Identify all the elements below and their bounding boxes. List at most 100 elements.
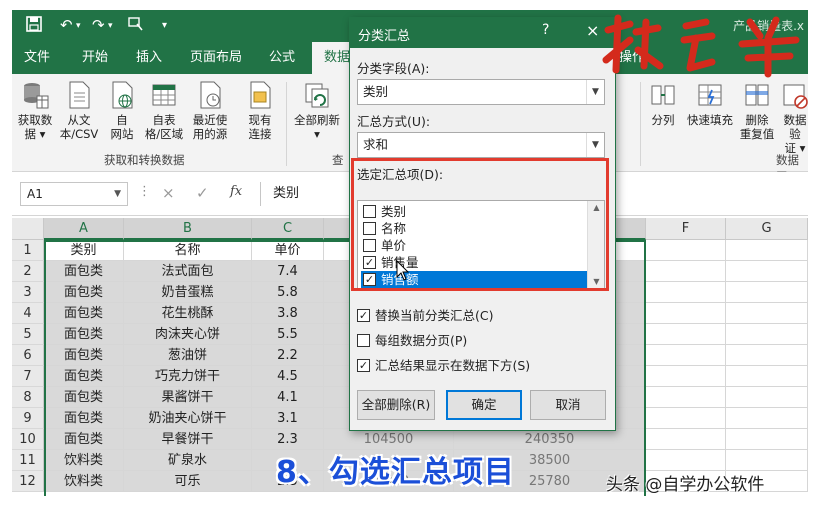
- customize-toolbar-icon[interactable]: ▾: [162, 20, 167, 31]
- row-header[interactable]: 3: [12, 282, 44, 303]
- name-box-dropdown-icon[interactable]: ▼: [114, 183, 121, 205]
- option-replace-current[interactable]: ✓ 替换当前分类汇总(C): [357, 308, 493, 324]
- cell-f6[interactable]: [646, 345, 726, 366]
- cell-g5[interactable]: [726, 324, 808, 345]
- cell-b8[interactable]: 果酱饼干: [124, 387, 252, 408]
- row-header[interactable]: 6: [12, 345, 44, 366]
- scroll-up-icon[interactable]: ▲: [588, 203, 604, 212]
- cell-g6[interactable]: [726, 345, 808, 366]
- cell-a8[interactable]: 面包类: [44, 387, 124, 408]
- option-summary-below[interactable]: ✓ 汇总结果显示在数据下方(S): [357, 358, 530, 374]
- cell-a10[interactable]: 面包类: [44, 429, 124, 450]
- chevron-down-icon[interactable]: ▼: [586, 133, 604, 157]
- from-table-range-button[interactable]: 自表 格/区域: [142, 80, 186, 141]
- cell-g3[interactable]: [726, 282, 808, 303]
- close-icon[interactable]: ×: [586, 21, 599, 40]
- remove-duplicates-button[interactable]: 删除 重复值: [738, 80, 776, 141]
- refresh-all-button[interactable]: 全部刷新 ▾: [290, 80, 344, 141]
- cell-g4[interactable]: [726, 303, 808, 324]
- cell-f11[interactable]: [646, 450, 726, 471]
- insert-function-icon[interactable]: fx: [230, 184, 242, 199]
- cell-f2[interactable]: [646, 261, 726, 282]
- data-validation-button[interactable]: 数据验 证 ▾: [778, 80, 812, 155]
- row-header[interactable]: 12: [12, 471, 44, 492]
- row-header[interactable]: 11: [12, 450, 44, 471]
- column-header-a[interactable]: A: [44, 218, 124, 240]
- cell-b9[interactable]: 奶油夹心饼干: [124, 408, 252, 429]
- cell-b3[interactable]: 奶昔蛋糕: [124, 282, 252, 303]
- subtotal-items-list[interactable]: 类别 名称 单价 ✓ 销售量 ✓ 销售额 ▲ ▼: [357, 200, 605, 290]
- cell-b5[interactable]: 肉沫夹心饼: [124, 324, 252, 345]
- column-header-c[interactable]: C: [252, 218, 324, 240]
- cell-f4[interactable]: [646, 303, 726, 324]
- cell-c9[interactable]: 3.1: [252, 408, 324, 429]
- list-item-price[interactable]: 单价: [361, 237, 587, 254]
- cell-a11[interactable]: 饮料类: [44, 450, 124, 471]
- row-header[interactable]: 4: [12, 303, 44, 324]
- enter-icon[interactable]: ✓: [196, 184, 209, 202]
- tab-home[interactable]: 开始: [70, 42, 120, 74]
- tab-file[interactable]: 文件: [12, 42, 62, 74]
- cell-g2[interactable]: [726, 261, 808, 282]
- cell-b2[interactable]: 法式面包: [124, 261, 252, 282]
- cell-c4[interactable]: 3.8: [252, 303, 324, 324]
- cell-f1[interactable]: [646, 240, 726, 261]
- dialog-title-bar[interactable]: 分类汇总 ? ×: [350, 18, 615, 48]
- tab-page-layout[interactable]: 页面布局: [178, 42, 254, 74]
- list-scrollbar[interactable]: ▲ ▼: [587, 201, 604, 289]
- cell-a12[interactable]: 饮料类: [44, 471, 124, 492]
- cell-g9[interactable]: [726, 408, 808, 429]
- recent-sources-button[interactable]: 最近使 用的源: [188, 80, 232, 141]
- scroll-down-icon[interactable]: ▼: [588, 277, 604, 286]
- cell-a1[interactable]: 类别: [44, 240, 124, 261]
- text-to-columns-button[interactable]: 分列: [646, 80, 680, 127]
- existing-connections-button[interactable]: 现有 连接: [240, 80, 280, 141]
- cell-c6[interactable]: 2.2: [252, 345, 324, 366]
- touch-mode-icon[interactable]: [128, 16, 144, 36]
- list-item-category[interactable]: 类别: [361, 203, 587, 220]
- undo-dropdown-icon[interactable]: ▾: [76, 21, 81, 31]
- checkbox[interactable]: ✓: [363, 273, 376, 286]
- cell-g11[interactable]: [726, 450, 808, 471]
- checkbox[interactable]: [363, 239, 376, 252]
- cell-f8[interactable]: [646, 387, 726, 408]
- cell-b7[interactable]: 巧克力饼干: [124, 366, 252, 387]
- help-icon[interactable]: ?: [542, 22, 549, 38]
- ok-button[interactable]: 确定: [446, 390, 522, 420]
- cell-a5[interactable]: 面包类: [44, 324, 124, 345]
- cell-c8[interactable]: 4.1: [252, 387, 324, 408]
- list-item-name[interactable]: 名称: [361, 220, 587, 237]
- cancel-button[interactable]: 取消: [530, 390, 606, 420]
- cell-b1[interactable]: 名称: [124, 240, 252, 261]
- checkbox[interactable]: ✓: [363, 256, 376, 269]
- cell-f7[interactable]: [646, 366, 726, 387]
- cell-g7[interactable]: [726, 366, 808, 387]
- cell-a3[interactable]: 面包类: [44, 282, 124, 303]
- cell-c1[interactable]: 单价: [252, 240, 324, 261]
- checkbox[interactable]: ✓: [357, 309, 370, 322]
- cell-c2[interactable]: 7.4: [252, 261, 324, 282]
- checkbox[interactable]: [363, 205, 376, 218]
- column-header-g[interactable]: G: [726, 218, 808, 240]
- get-data-button[interactable]: 获取数 据 ▾: [14, 80, 56, 141]
- cell-b4[interactable]: 花生桃酥: [124, 303, 252, 324]
- redo-dropdown-icon[interactable]: ▾: [108, 21, 113, 31]
- cancel-icon[interactable]: ×: [162, 184, 175, 202]
- tab-insert[interactable]: 插入: [124, 42, 174, 74]
- cell-a9[interactable]: 面包类: [44, 408, 124, 429]
- name-box[interactable]: A1 ▼: [20, 182, 128, 206]
- cell-a4[interactable]: 面包类: [44, 303, 124, 324]
- list-item-quantity[interactable]: ✓ 销售量: [361, 254, 587, 271]
- cell-c3[interactable]: 5.8: [252, 282, 324, 303]
- cell-b11[interactable]: 矿泉水: [124, 450, 252, 471]
- method-select[interactable]: 求和 ▼: [357, 132, 605, 158]
- cell-a6[interactable]: 面包类: [44, 345, 124, 366]
- column-header-b[interactable]: B: [124, 218, 252, 240]
- from-web-button[interactable]: 自 网站: [104, 80, 140, 141]
- field-select[interactable]: 类别 ▼: [357, 79, 605, 105]
- undo-icon[interactable]: ↶: [60, 16, 73, 34]
- column-header-f[interactable]: F: [646, 218, 726, 240]
- row-header[interactable]: 10: [12, 429, 44, 450]
- cell-c7[interactable]: 4.5: [252, 366, 324, 387]
- cell-f5[interactable]: [646, 324, 726, 345]
